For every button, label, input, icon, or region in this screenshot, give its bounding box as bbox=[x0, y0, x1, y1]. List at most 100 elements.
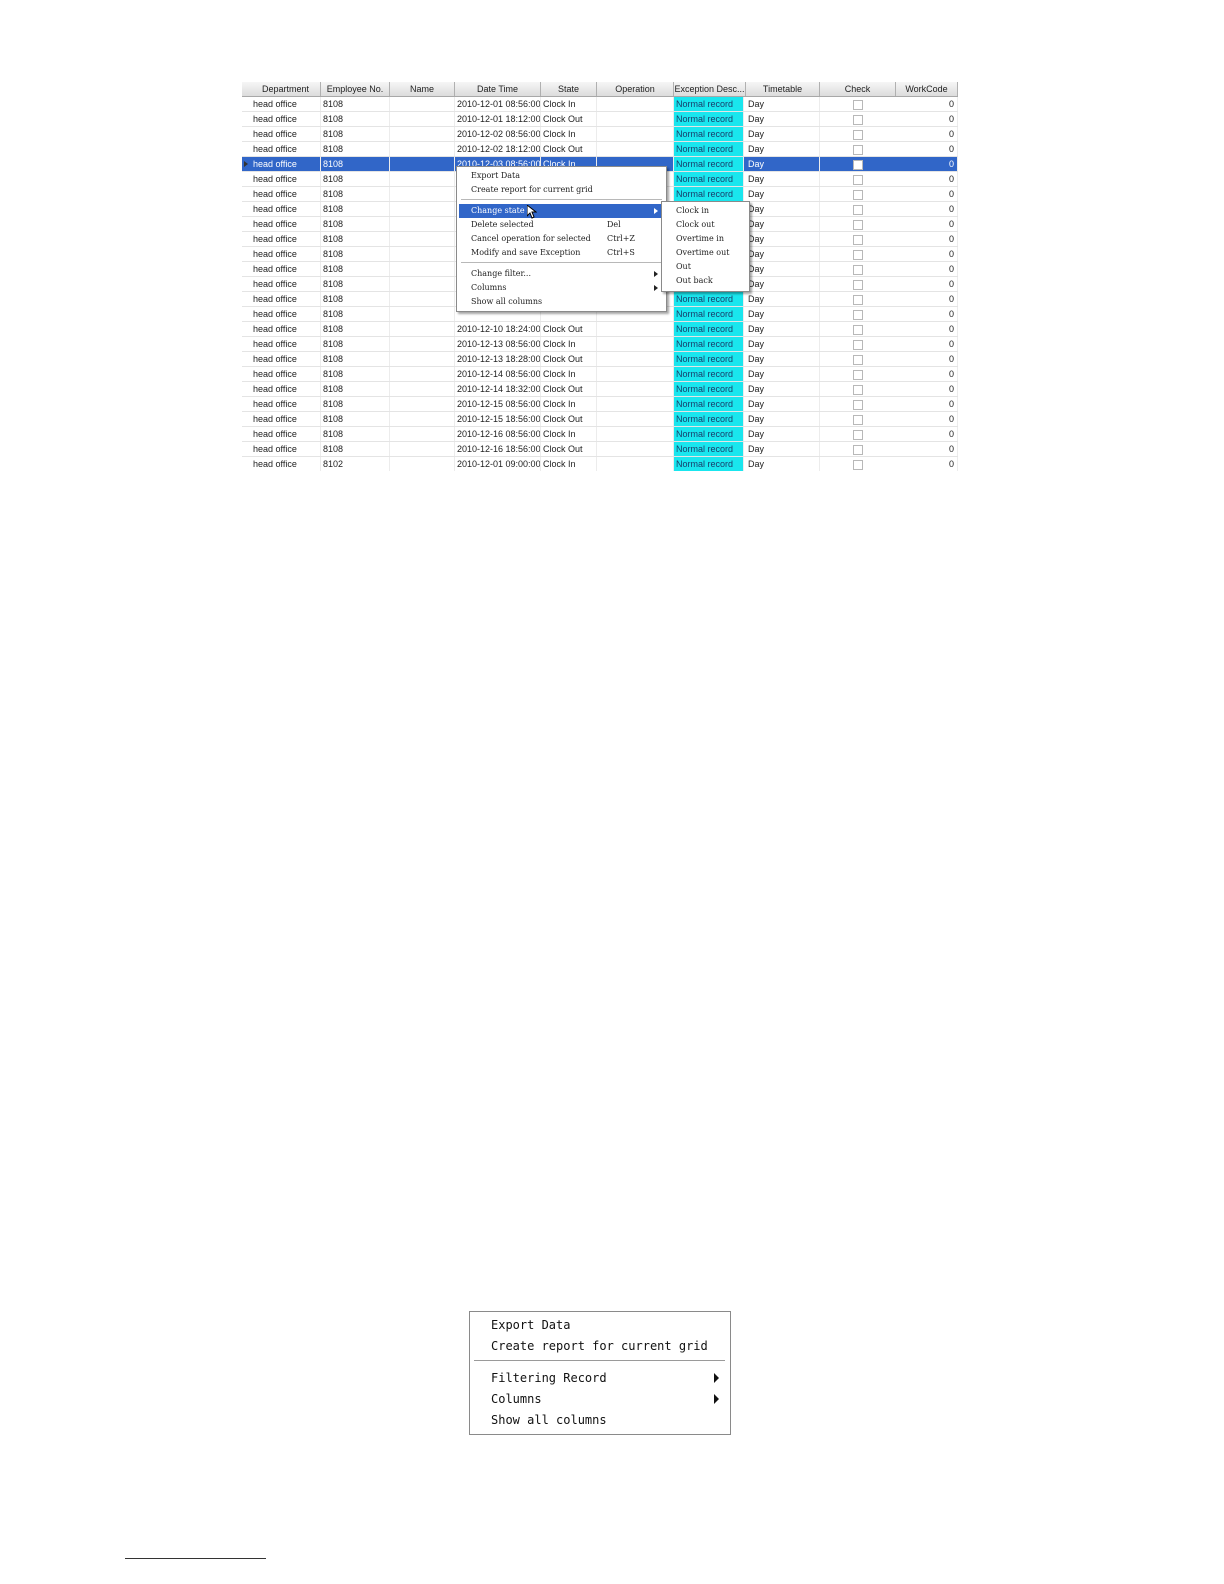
menu-item-label: Columns bbox=[471, 283, 507, 292]
menu-item-create-report[interactable]: Create report for current grid bbox=[459, 183, 662, 197]
menu-item-clock-out[interactable]: Clock out bbox=[664, 218, 747, 232]
cell-workcode: 0 bbox=[896, 367, 958, 381]
cell-exception-desc: Normal record bbox=[674, 187, 744, 201]
menu-item-columns[interactable]: Columns bbox=[491, 1389, 542, 1409]
cell-timetable: Day bbox=[746, 187, 820, 201]
menu-item-delete-selected[interactable]: Delete selected Del bbox=[459, 218, 662, 232]
row-indicator bbox=[242, 427, 251, 442]
check-checkbox[interactable] bbox=[853, 160, 863, 170]
column-header-check[interactable]: Check bbox=[820, 82, 896, 96]
check-checkbox[interactable] bbox=[853, 295, 863, 305]
check-checkbox[interactable] bbox=[853, 415, 863, 425]
cell-employee-no: 8108 bbox=[321, 202, 390, 216]
enlarged-context-menu: Export Data Create report for current gri… bbox=[469, 1311, 731, 1435]
cell-department: head office bbox=[251, 457, 321, 471]
menu-item-overtime-out[interactable]: Overtime out bbox=[664, 246, 747, 260]
check-checkbox[interactable] bbox=[853, 400, 863, 410]
menu-item-out[interactable]: Out bbox=[664, 260, 747, 274]
check-checkbox[interactable] bbox=[853, 370, 863, 380]
column-header-exception-desc[interactable]: Exception Desc... bbox=[674, 82, 746, 96]
cell-name bbox=[390, 322, 455, 336]
menu-item-cancel-operation[interactable]: Cancel operation for selected Ctrl+Z bbox=[459, 232, 662, 246]
table-row[interactable]: head office 8108 2010-12-16 08:56:00 Clock … bbox=[242, 427, 958, 442]
column-header-name[interactable]: Name bbox=[390, 82, 455, 96]
cell-name bbox=[390, 397, 455, 411]
menu-item-modify-save-exception[interactable]: Modify and save Exception Ctrl+S bbox=[459, 246, 662, 260]
cell-name bbox=[390, 382, 455, 396]
cell-department: head office bbox=[251, 412, 321, 426]
check-checkbox[interactable] bbox=[853, 190, 863, 200]
check-checkbox[interactable] bbox=[853, 445, 863, 455]
menu-item-create-report[interactable]: Create report for current grid bbox=[491, 1336, 708, 1356]
cell-workcode: 0 bbox=[896, 412, 958, 426]
check-checkbox[interactable] bbox=[853, 130, 863, 140]
cell-employee-no: 8102 bbox=[321, 457, 390, 471]
column-header-state[interactable]: State bbox=[541, 82, 597, 96]
table-row[interactable]: head office 8108 2010-12-14 18:32:00 Clock … bbox=[242, 382, 958, 397]
cell-operation bbox=[597, 382, 674, 396]
column-header-timetable[interactable]: Timetable bbox=[746, 82, 820, 96]
check-checkbox[interactable] bbox=[853, 430, 863, 440]
menu-item-out-back[interactable]: Out back bbox=[664, 274, 747, 288]
table-row[interactable]: head office 8108 2010-12-10 18:24:00 Clock … bbox=[242, 322, 958, 337]
check-checkbox[interactable] bbox=[853, 235, 863, 245]
table-row[interactable]: head office 8108 2010-12-13 18:28:00 Clock … bbox=[242, 352, 958, 367]
menu-item-show-all-columns[interactable]: Show all columns bbox=[491, 1410, 607, 1430]
row-indicator bbox=[242, 367, 251, 382]
table-row[interactable]: head office 8108 2010-12-02 18:12:00 Clock … bbox=[242, 142, 958, 157]
menu-item-clock-in[interactable]: Clock in bbox=[664, 204, 747, 218]
menu-item-shortcut: Ctrl+S bbox=[607, 248, 635, 257]
cell-date-time: 2010-12-10 18:24:00 bbox=[457, 322, 541, 336]
menu-item-show-all-columns[interactable]: Show all columns bbox=[459, 295, 662, 309]
menu-item-change-state[interactable]: Change state bbox=[459, 204, 662, 218]
table-row[interactable]: head office 8108 2010-12-15 08:56:00 Clock … bbox=[242, 397, 958, 412]
column-header-department[interactable]: Department bbox=[251, 82, 321, 96]
menu-item-export-data[interactable]: Export Data bbox=[459, 169, 662, 183]
check-checkbox[interactable] bbox=[853, 145, 863, 155]
column-header-date-time[interactable]: Date Time bbox=[455, 82, 541, 96]
cell-timetable: Day bbox=[746, 457, 820, 471]
cell-timetable: Day bbox=[746, 382, 820, 396]
cell-timetable: Day bbox=[746, 277, 820, 291]
check-checkbox[interactable] bbox=[853, 355, 863, 365]
table-row[interactable]: head office 8108 2010-12-15 18:56:00 Clock … bbox=[242, 412, 958, 427]
check-checkbox[interactable] bbox=[853, 220, 863, 230]
cell-workcode: 0 bbox=[896, 127, 958, 141]
menu-item-export-data[interactable]: Export Data bbox=[491, 1315, 570, 1335]
cell-exception-desc: Normal record bbox=[674, 292, 744, 306]
menu-item-columns[interactable]: Columns bbox=[459, 281, 662, 295]
menu-item-change-filter[interactable]: Change filter... bbox=[459, 267, 662, 281]
cell-state: Clock In bbox=[541, 97, 597, 111]
cell-state: Clock Out bbox=[541, 142, 597, 156]
check-checkbox[interactable] bbox=[853, 115, 863, 125]
check-checkbox[interactable] bbox=[853, 250, 863, 260]
check-checkbox[interactable] bbox=[853, 280, 863, 290]
cell-state: Clock Out bbox=[541, 322, 597, 336]
check-checkbox[interactable] bbox=[853, 175, 863, 185]
table-row[interactable]: head office 8108 2010-12-16 18:56:00 Clock … bbox=[242, 442, 958, 457]
table-row[interactable]: head office 8108 2010-12-01 18:12:00 Clock … bbox=[242, 112, 958, 127]
check-checkbox[interactable] bbox=[853, 205, 863, 215]
cell-employee-no: 8108 bbox=[321, 442, 390, 456]
check-checkbox[interactable] bbox=[853, 325, 863, 335]
grid-header: Department Employee No. Name Date Time State… bbox=[242, 82, 958, 97]
check-checkbox[interactable] bbox=[853, 385, 863, 395]
check-checkbox[interactable] bbox=[853, 460, 863, 470]
table-row[interactable]: head office 8108 2010-12-02 08:56:00 Clock … bbox=[242, 127, 958, 142]
menu-item-filtering-record[interactable]: Filtering Record bbox=[491, 1368, 607, 1388]
cell-department: head office bbox=[251, 442, 321, 456]
column-header-operation[interactable]: Operation bbox=[597, 82, 674, 96]
table-row[interactable]: head office 8102 2010-12-01 09:00:00 Clock … bbox=[242, 457, 958, 471]
table-row[interactable]: head office 8108 2010-12-14 08:56:00 Clock … bbox=[242, 367, 958, 382]
table-row[interactable]: head office 8108 2010-12-01 08:56:00 Clock … bbox=[242, 97, 958, 112]
check-checkbox[interactable] bbox=[853, 265, 863, 275]
column-header-employee-no[interactable]: Employee No. bbox=[321, 82, 390, 96]
check-checkbox[interactable] bbox=[853, 310, 863, 320]
check-checkbox[interactable] bbox=[853, 100, 863, 110]
check-checkbox[interactable] bbox=[853, 340, 863, 350]
cell-department: head office bbox=[251, 112, 321, 126]
column-header-workcode[interactable]: WorkCode bbox=[896, 82, 958, 96]
cell-name bbox=[390, 247, 455, 261]
table-row[interactable]: head office 8108 2010-12-13 08:56:00 Clock … bbox=[242, 337, 958, 352]
menu-item-overtime-in[interactable]: Overtime in bbox=[664, 232, 747, 246]
